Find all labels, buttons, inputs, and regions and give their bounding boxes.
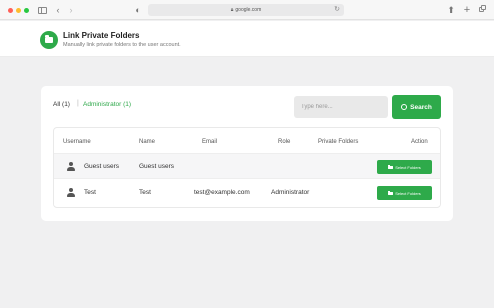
users-card: All (1) | Administrator (1) Search Usern… xyxy=(41,86,453,221)
cell-email: test@example.com xyxy=(194,189,250,196)
cell-name: Test xyxy=(139,189,151,196)
cell-name: Guest users xyxy=(139,163,175,170)
table-row: Test Test test@example.com Administrator… xyxy=(54,180,440,206)
folder-icon xyxy=(40,31,58,49)
select-folders-button[interactable]: Select Folders xyxy=(377,160,432,174)
lock-icon: 🔒︎ xyxy=(230,7,234,13)
page-title: Link Private Folders xyxy=(63,31,140,40)
filter-separator: | xyxy=(77,100,79,107)
filter-all[interactable]: All (1) xyxy=(53,101,70,108)
cell-username: Test xyxy=(84,189,96,196)
privacy-shield-icon[interactable]: ◐ xyxy=(133,4,143,16)
new-tab-icon[interactable]: + xyxy=(462,4,472,16)
search-input[interactable] xyxy=(294,96,388,118)
sidebar-toggle-icon[interactable] xyxy=(38,7,47,14)
select-folders-label: Select Folders xyxy=(395,190,421,196)
column-header-name: Name xyxy=(139,139,156,145)
share-icon[interactable]: ⬆︎ xyxy=(446,4,456,16)
back-icon[interactable]: ‹ xyxy=(54,4,62,16)
select-folders-label: Select Folders xyxy=(395,164,421,170)
maximize-window-icon[interactable] xyxy=(24,8,29,13)
column-header-private-folders: Private Folders xyxy=(318,139,359,145)
search-icon xyxy=(401,104,408,110)
column-header-username: Username xyxy=(63,139,91,145)
user-icon xyxy=(66,161,76,172)
column-header-role: Role xyxy=(278,139,291,145)
users-table: Username Name Email Role Private Folders… xyxy=(53,127,441,208)
cell-role: Administrator xyxy=(271,189,310,196)
folder-icon xyxy=(388,190,394,195)
page-subtitle: Manually link private folders to the use… xyxy=(63,42,181,48)
tab-overview-icon[interactable] xyxy=(478,4,488,16)
folder-icon xyxy=(388,164,394,169)
reload-icon[interactable]: ↻ xyxy=(334,5,340,13)
page-header: Link Private Folders Manually link priva… xyxy=(0,21,494,57)
column-header-email: Email xyxy=(202,139,218,145)
filter-administrator[interactable]: Administrator (1) xyxy=(83,101,131,108)
column-header-action: Action xyxy=(411,139,428,145)
select-folders-button[interactable]: Select Folders xyxy=(377,186,432,200)
browser-toolbar: ‹ › ◐ 🔒︎ google.com ↻ ⬆︎ + xyxy=(0,0,494,20)
address-bar[interactable]: 🔒︎ google.com ↻ xyxy=(148,4,344,16)
search-button[interactable]: Search xyxy=(392,95,441,119)
minimize-window-icon[interactable] xyxy=(16,8,21,13)
table-row: Guest users Guest users Select Folders xyxy=(54,153,440,179)
cell-username: Guest users xyxy=(84,163,120,170)
address-bar-url: google.com xyxy=(235,7,262,13)
user-icon xyxy=(66,187,76,198)
forward-icon[interactable]: › xyxy=(67,4,75,16)
search-button-label: Search xyxy=(410,103,432,111)
close-window-icon[interactable] xyxy=(8,8,13,13)
